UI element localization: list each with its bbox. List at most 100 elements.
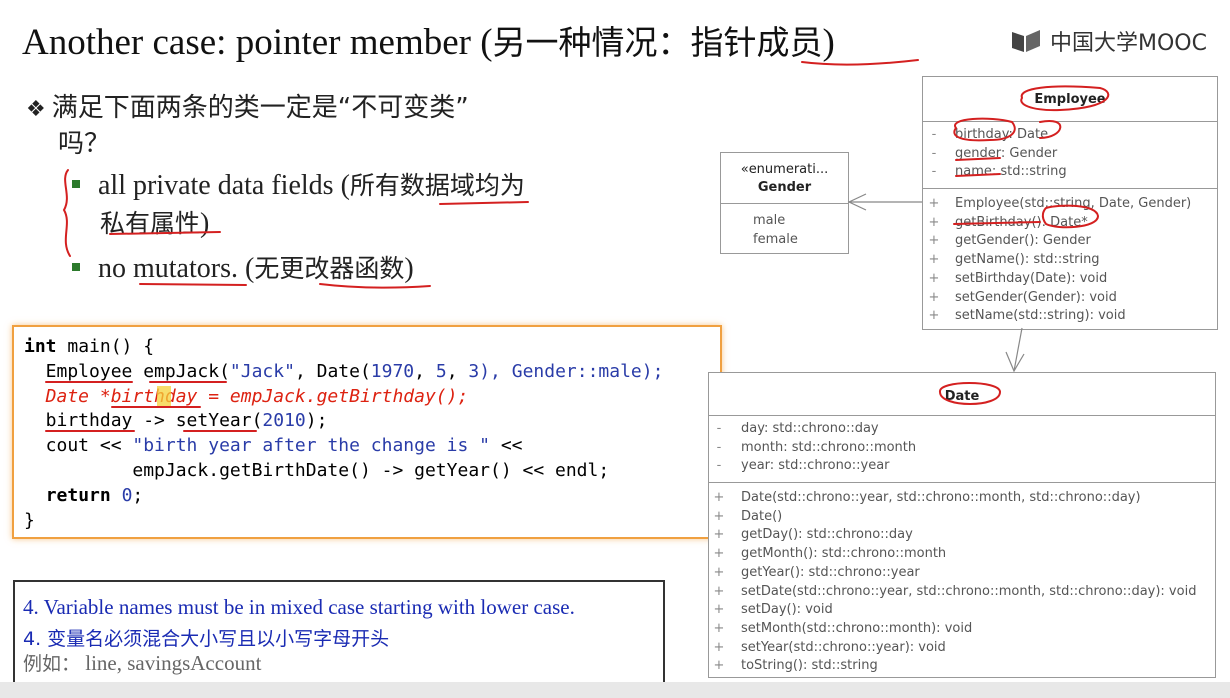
- logo-text: 中国大学MOOC: [1050, 31, 1207, 56]
- note-line-en: 4. Variable names must be in mixed case …: [23, 595, 575, 619]
- visibility-marker: +: [713, 564, 725, 580]
- visibility-marker: +: [713, 602, 725, 618]
- uml-operation: + setGender(Gender): void: [923, 289, 1217, 308]
- visibility-marker: +: [713, 639, 725, 655]
- uml-enum-gender: «enumerati... Gender male female: [720, 152, 849, 254]
- title-close: ): [822, 22, 835, 63]
- date-class-name: Date: [944, 389, 980, 404]
- visibility-marker: +: [928, 252, 940, 268]
- sub-bullet-private-cont: 私有属性): [100, 204, 209, 240]
- member-text: getBirthday(): Date*: [955, 214, 1088, 230]
- member-text: getYear(): std::chrono::year: [741, 564, 920, 580]
- code-number: 0: [121, 484, 133, 506]
- visibility-marker: -: [931, 164, 937, 180]
- uml-class-employee: Employee - birthday: Date - gender: Gender -…: [922, 76, 1218, 330]
- sub2-en: no mutators. (: [98, 253, 255, 284]
- code-line: );: [305, 410, 328, 432]
- visibility-marker: +: [928, 270, 940, 286]
- uml-operation: + getMonth(): std::chrono::month: [709, 545, 1215, 564]
- uml-attribute: - day: std::chrono::day: [709, 420, 1215, 439]
- visibility-marker: -: [931, 145, 937, 161]
- visibility-marker: +: [713, 508, 725, 524]
- slide-title: Another case: pointer member (另一种情况：指针成员…: [22, 16, 835, 64]
- uml-operation: + Employee(std::string, Date, Gender): [923, 195, 1217, 214]
- member-text: Date(std::chrono::year, std::chrono::mon…: [741, 490, 1141, 505]
- member-text: setName(std::string): void: [955, 308, 1126, 324]
- association-arrow-gender: [847, 193, 922, 211]
- diamond-bullet-icon: ❖: [26, 97, 46, 122]
- sub2-zh: 无更改器函数: [254, 254, 405, 283]
- code-text: int main() { Employee empJack("Jack", Da…: [14, 327, 720, 541]
- mooc-logo: 中国大学MOOC: [1010, 26, 1207, 56]
- member-text: toString(): std::string: [741, 658, 878, 674]
- visibility-marker: +: [928, 308, 940, 324]
- visibility-marker: +: [713, 658, 725, 674]
- code-string: "birth year after the change is ": [132, 435, 490, 457]
- code-number: 5: [435, 360, 447, 382]
- bottom-band: [0, 682, 1230, 698]
- title-zh: 另一种情况：指针成员: [492, 23, 823, 62]
- gender-stereotype: «enumerati...: [740, 162, 829, 177]
- book-icon: [1012, 30, 1040, 52]
- member-text: Employee(std::string, Date, Gender): [955, 196, 1192, 211]
- code-line: ,: [414, 360, 436, 382]
- uml-attribute: - name: std::string: [923, 163, 1217, 182]
- uml-operation: + getBirthday(): Date*: [923, 214, 1217, 233]
- sub-bullet-mutators: no mutators. (无更改器函数): [72, 249, 414, 285]
- member-text: getDay(): std::chrono::day: [741, 527, 913, 543]
- member-text: getMonth(): std::chrono::month: [741, 546, 947, 562]
- member-text: setBirthday(Date): void: [955, 270, 1108, 286]
- member-text: Date(): [741, 508, 783, 524]
- visibility-marker: +: [928, 214, 940, 230]
- uml-attribute: - birthday: Date: [923, 126, 1217, 145]
- code-line: birthday -> setYear(: [24, 410, 263, 432]
- note-example-text: line, savingsAccount: [80, 651, 262, 675]
- gender-header: «enumerati... Gender: [721, 153, 848, 203]
- uml-operation: + setBirthday(Date): void: [923, 270, 1217, 289]
- square-bullet-icon: [72, 262, 80, 271]
- sub1-zh: 所有数据域均为: [349, 171, 525, 200]
- uml-operation: + Date(): [709, 508, 1215, 527]
- code-line-highlighted: Date *birthday = empJack.getBirthday();: [24, 385, 469, 407]
- uml-operation: + toString(): std::string: [709, 657, 1215, 676]
- code-line: ;: [132, 484, 144, 506]
- note-line-zh: 4. 变量名必须混合大小写且以小写字母开头: [23, 628, 390, 650]
- question-bullet: ❖ 满足下面两条的类一定是“不可变类”: [26, 87, 469, 124]
- gender-name: Gender: [757, 180, 812, 195]
- member-text: setGender(Gender): void: [955, 289, 1117, 305]
- code-line: }: [24, 509, 35, 531]
- uml-attribute: - year: std::chrono::year: [709, 457, 1215, 476]
- member-text: birthday: Date: [955, 127, 1049, 142]
- member-text: setMonth(std::chrono::month): void: [741, 620, 973, 636]
- uml-operation: + setMonth(std::chrono::month): void: [709, 620, 1215, 639]
- visibility-marker: -: [931, 127, 937, 142]
- member-text: gender: Gender: [955, 145, 1058, 161]
- uml-operation: + getDay(): std::chrono::day: [709, 526, 1215, 545]
- uml-operation: + setName(std::string): void: [923, 307, 1217, 326]
- member-text: setYear(std::chrono::year): void: [741, 639, 946, 655]
- code-line: <<: [490, 435, 523, 457]
- uml-attribute: - gender: Gender: [923, 145, 1217, 164]
- visibility-marker: +: [713, 620, 725, 636]
- visibility-marker: +: [928, 196, 940, 211]
- visibility-marker: +: [928, 289, 940, 305]
- uml-class-date: Date - day: std::chrono::day - month: std::…: [708, 372, 1216, 678]
- uml-operation: + setDate(std::chrono::year, std::chrono:…: [709, 583, 1215, 602]
- uml-attribute: - month: std::chrono::month: [709, 439, 1215, 458]
- code-line: , Date(: [294, 360, 371, 382]
- employee-operations: + Employee(std::string, Date, Gender) + get…: [923, 188, 1217, 326]
- naming-rule-note: 4. Variable names must be in mixed case …: [13, 580, 665, 684]
- code-line: ), Gender::male);: [479, 360, 664, 382]
- question-line1: 满足下面两条的类一定是“不可变类”: [51, 93, 469, 123]
- uml-operation: + setYear(std::chrono::year): void: [709, 639, 1215, 658]
- enum-value: male: [753, 213, 786, 228]
- date-operations: + Date(std::chrono::year, std::chrono::mo…: [709, 482, 1215, 676]
- sub1-close: ): [200, 208, 210, 239]
- member-text: getName(): std::string: [955, 252, 1100, 268]
- code-keyword: return: [45, 484, 111, 506]
- employee-class-name: Employee: [1034, 92, 1106, 107]
- sub2-close: ): [404, 253, 414, 284]
- code-keyword: int: [24, 336, 57, 357]
- code-block: int main() { Employee empJack("Jack", Da…: [12, 325, 722, 539]
- member-text: name: std::string: [955, 164, 1067, 180]
